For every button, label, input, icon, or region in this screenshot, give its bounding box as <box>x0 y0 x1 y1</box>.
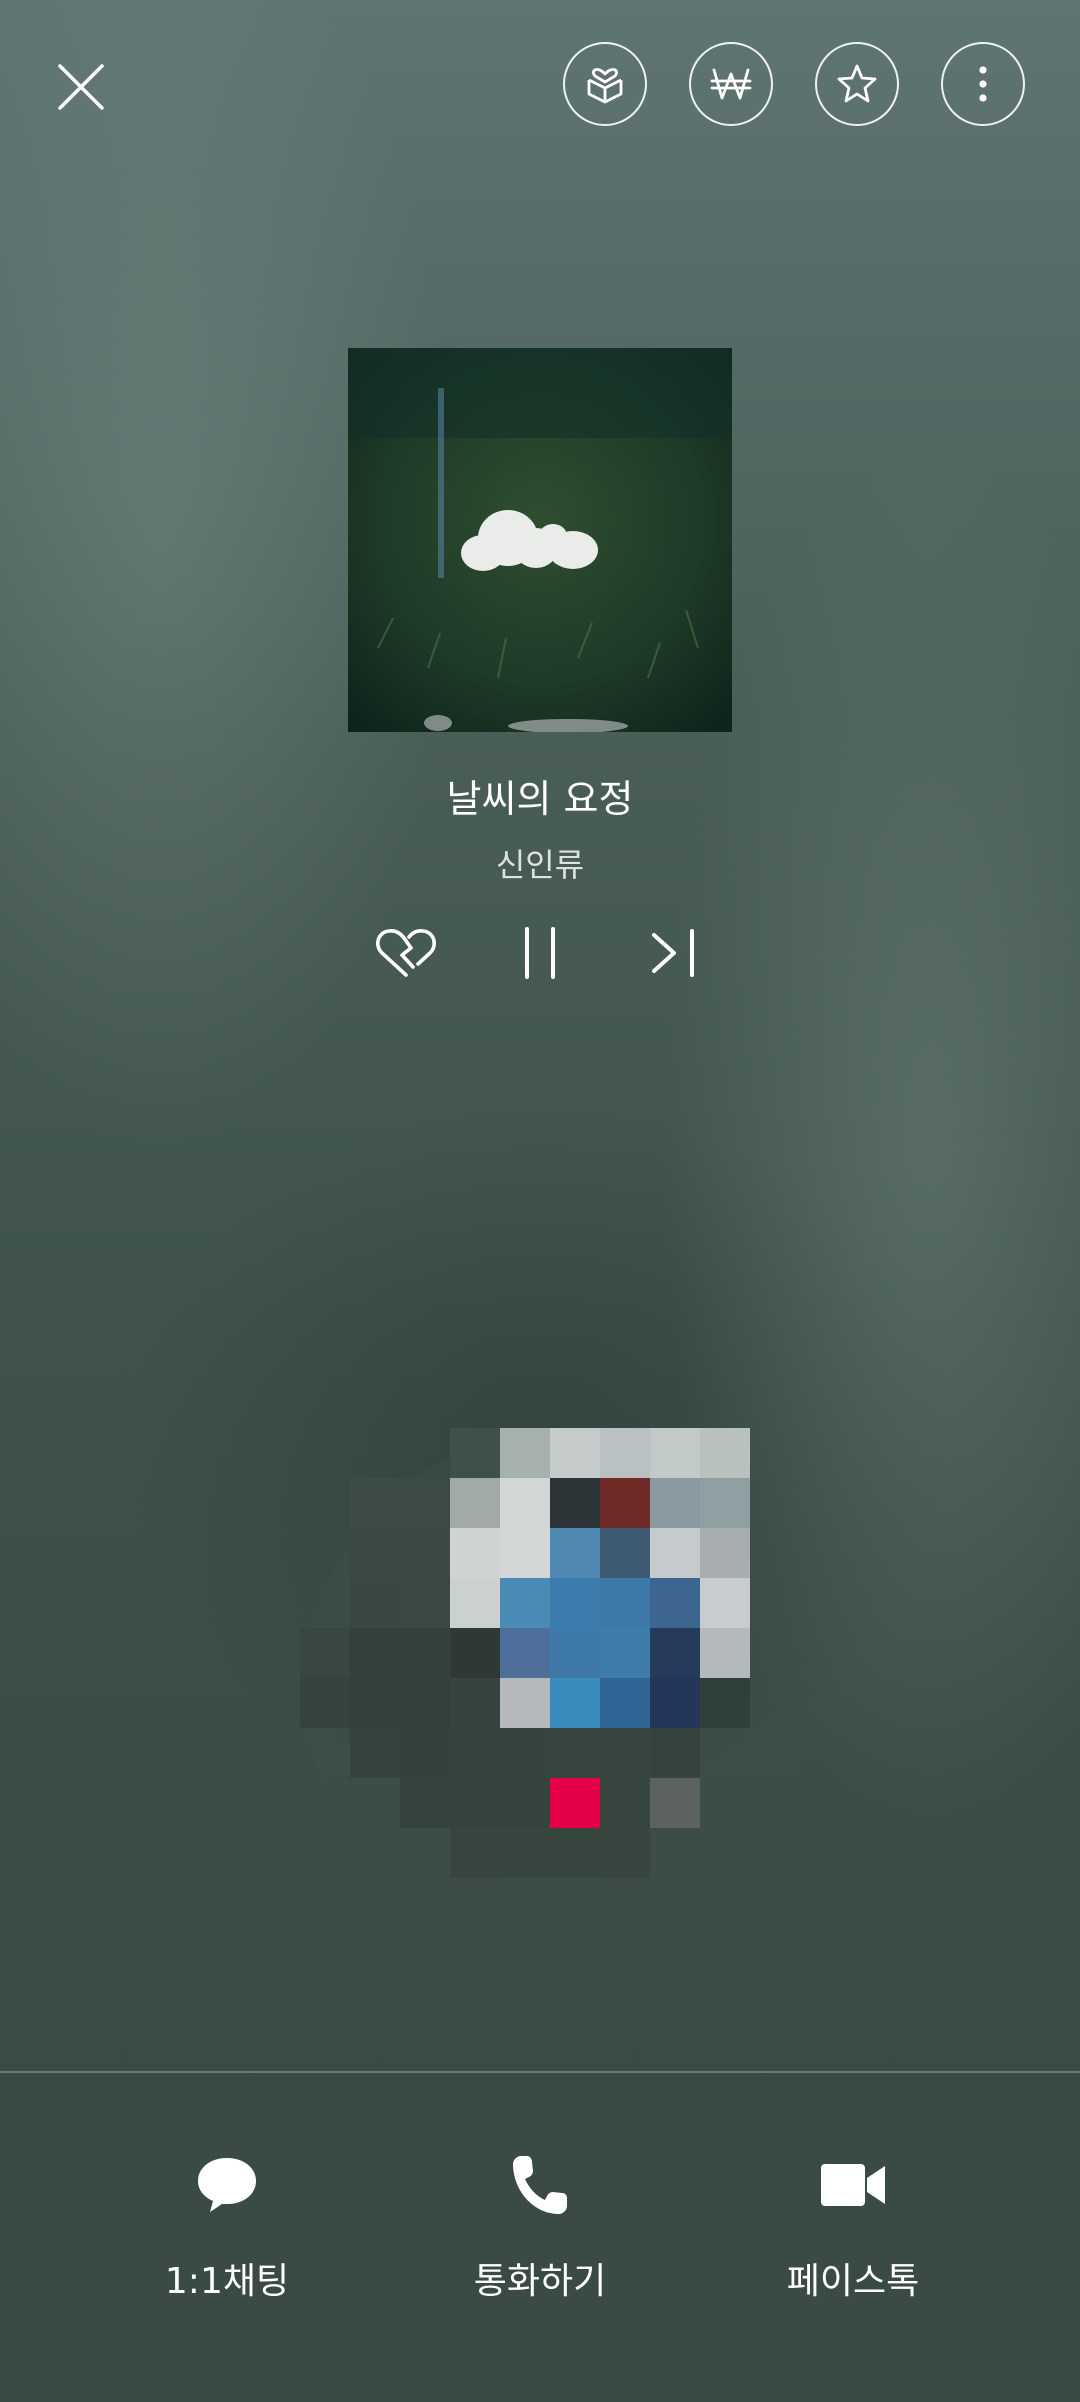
gift-button[interactable] <box>563 42 647 126</box>
facetalk-button[interactable]: 페이스톡 <box>733 2140 973 2304</box>
heart-broken-icon <box>376 929 436 977</box>
video-camera-icon <box>821 2164 885 2206</box>
album-art-image <box>348 348 732 732</box>
close-button[interactable] <box>46 52 116 122</box>
profile-avatar[interactable] <box>300 1428 820 1943</box>
star-icon <box>837 64 877 103</box>
divider <box>0 2071 1080 2073</box>
next-track-button[interactable] <box>634 918 714 988</box>
pause-icon <box>525 927 555 979</box>
won-currency-icon <box>710 68 752 100</box>
song-title: 날씨의 요정 <box>446 777 634 821</box>
favorite-button[interactable] <box>815 42 899 126</box>
close-icon <box>58 64 104 110</box>
playback-controls <box>0 918 1080 988</box>
gift-money-button[interactable] <box>689 42 773 126</box>
top-bar <box>0 0 1080 170</box>
voice-call-button[interactable]: 통화하기 <box>420 2140 660 2304</box>
chat-bubble-icon <box>198 2158 256 2212</box>
pause-button[interactable] <box>500 918 580 988</box>
skip-next-icon <box>652 929 694 977</box>
bottom-action-bar: 1:1채팅 통화하기 페이스톡 <box>0 2140 1080 2340</box>
voice-call-label: 통화하기 <box>473 2261 607 2302</box>
profile-image <box>300 1428 815 1943</box>
more-vertical-icon <box>979 66 987 102</box>
phone-icon <box>513 2156 567 2214</box>
gift-box-icon <box>587 68 623 104</box>
chat-label: 1:1채팅 <box>164 2261 290 2302</box>
more-options-button[interactable] <box>941 42 1025 126</box>
chat-button[interactable]: 1:1채팅 <box>107 2140 347 2304</box>
like-button[interactable] <box>366 918 446 988</box>
song-artist: 신인류 <box>495 846 585 884</box>
facetalk-label: 페이스톡 <box>786 2261 920 2302</box>
album-art[interactable] <box>348 348 732 732</box>
